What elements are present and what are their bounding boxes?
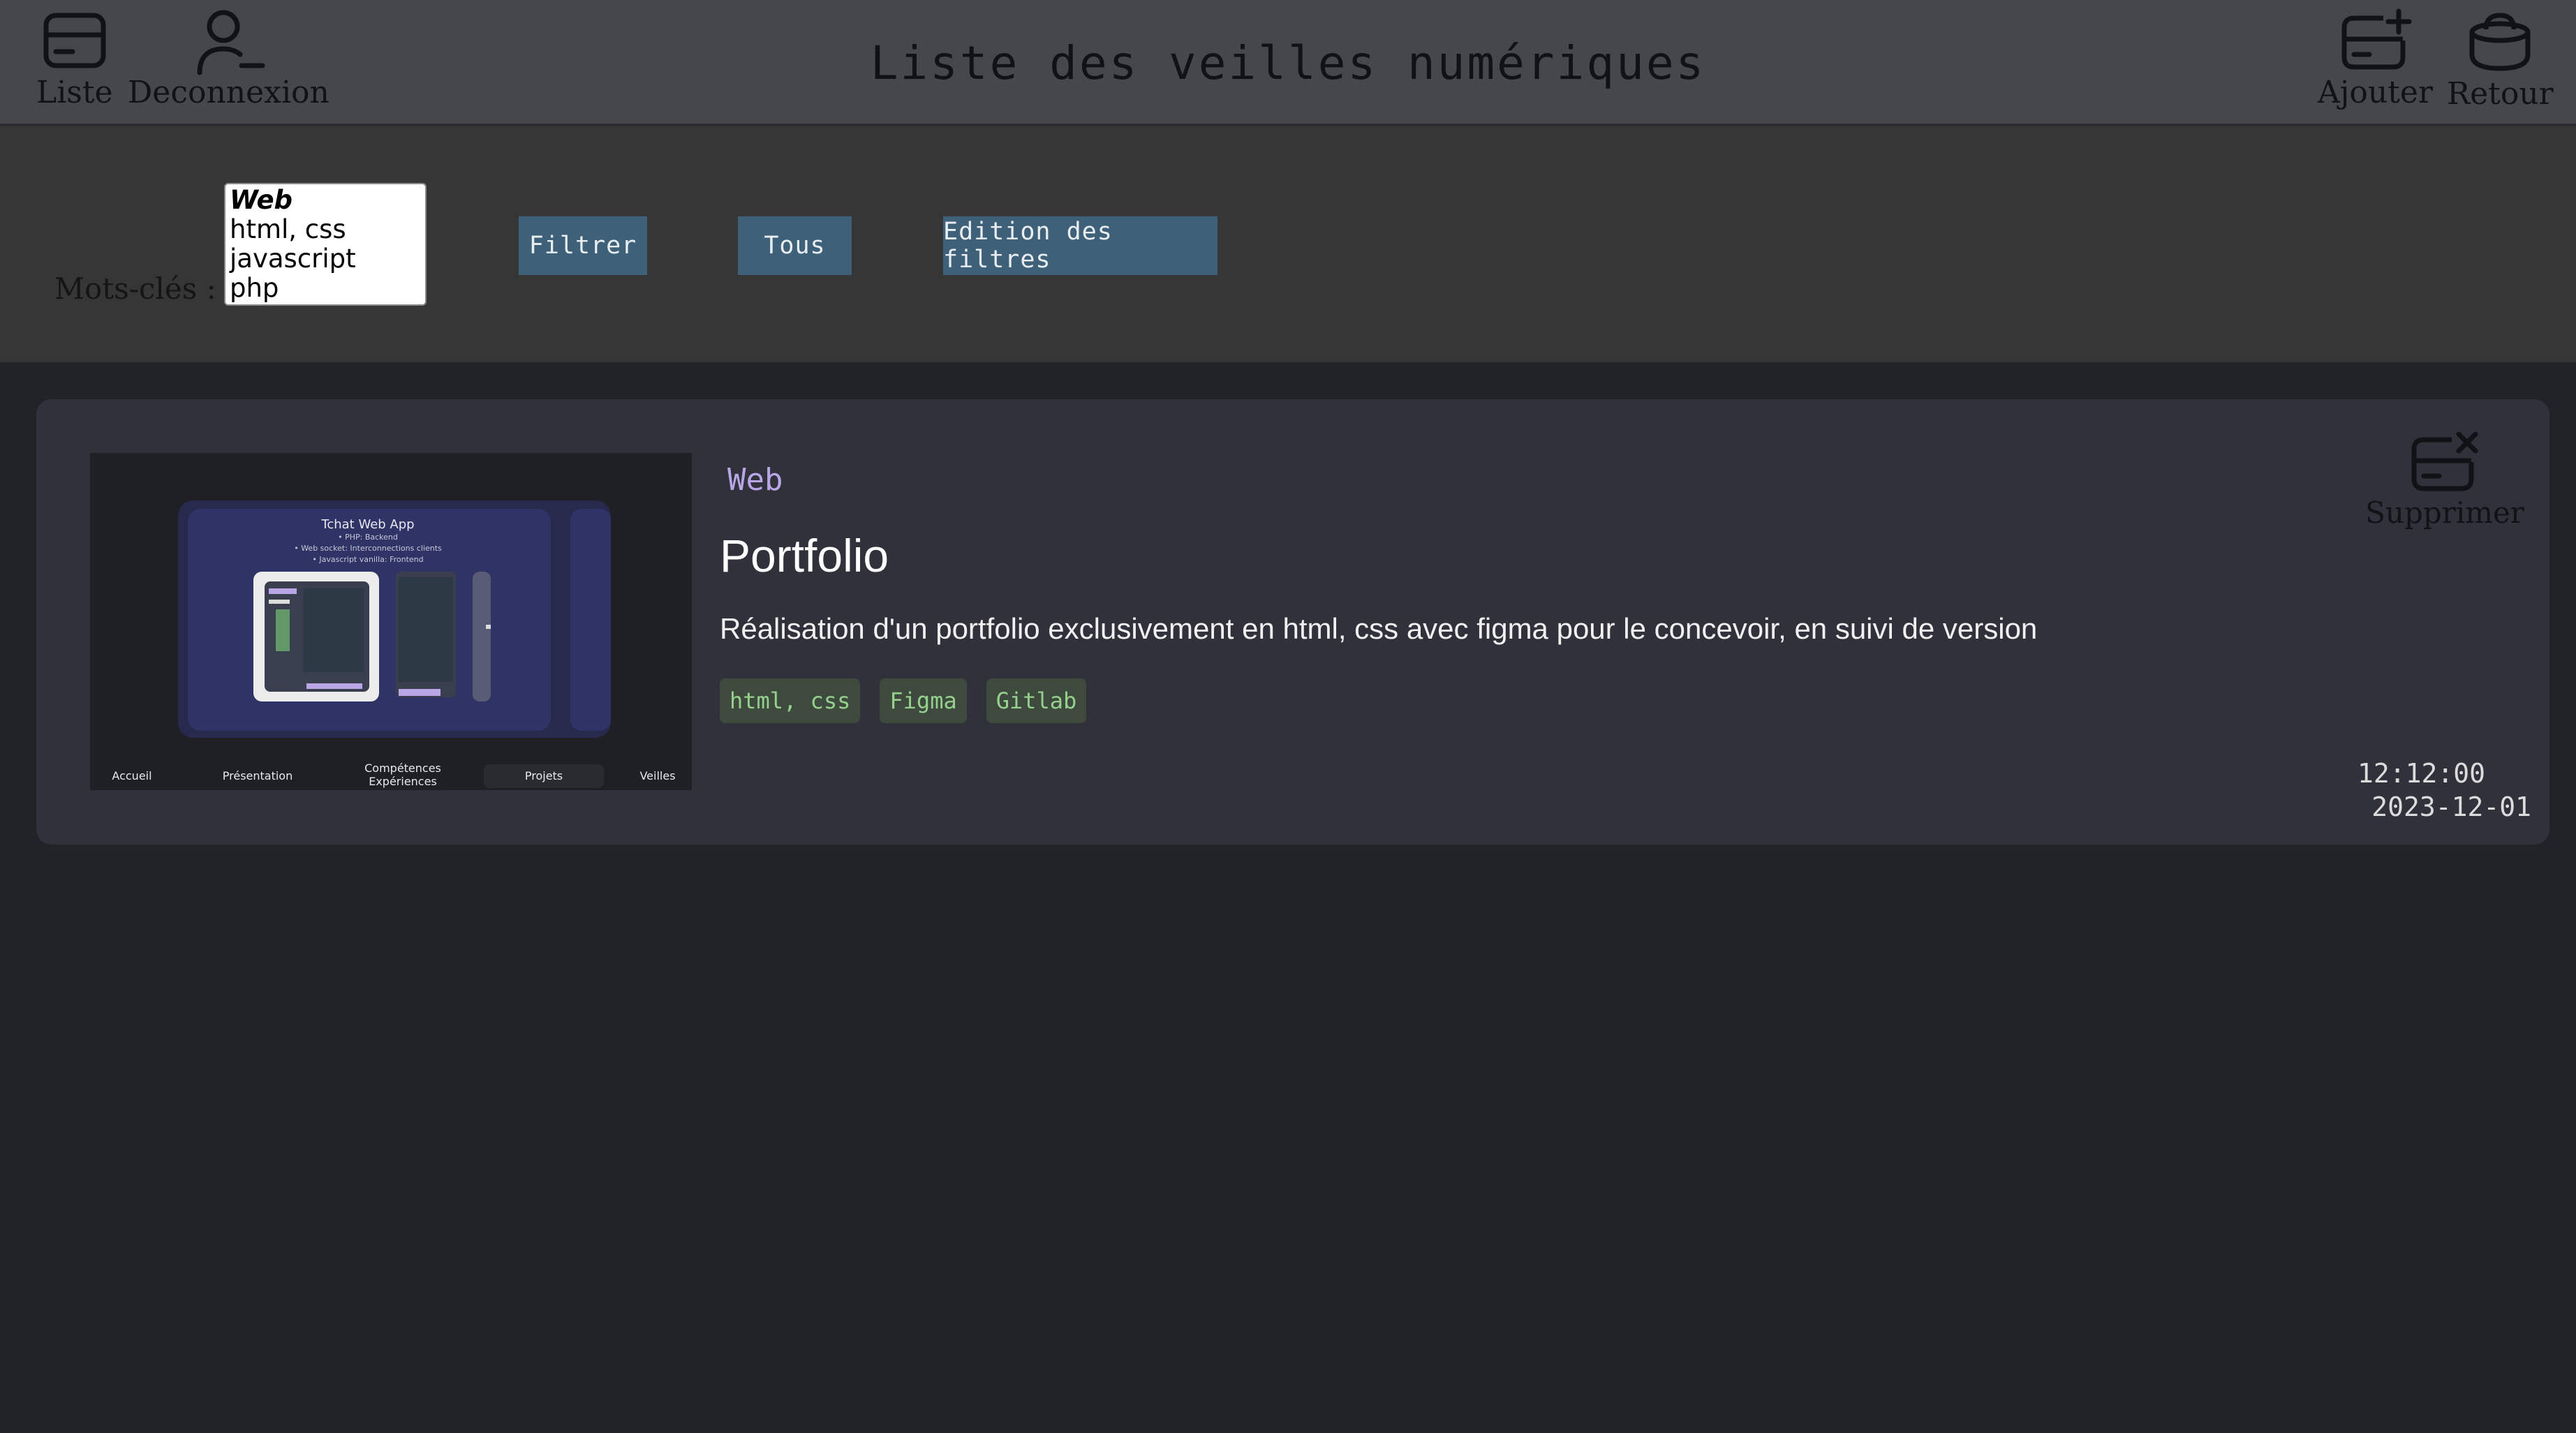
veille-card: Tchat Web App • PHP: Backend • Web socke… <box>36 399 2549 845</box>
tag-list: html, css Figma Gitlab <box>720 678 1087 723</box>
keywords-label: Mots-clés : <box>54 272 216 306</box>
filter-button[interactable]: Filtrer <box>519 216 647 275</box>
card-remove-icon <box>2411 431 2478 491</box>
delete-label: Supprimer <box>2365 496 2524 530</box>
thumb-nav-item: Projets <box>525 769 563 782</box>
tag: html, css <box>720 678 861 723</box>
thumb-bullet: • Web socket: Interconnections clients <box>294 544 442 553</box>
tag: Figma <box>880 678 967 723</box>
card-plus-icon <box>2341 8 2411 70</box>
keyword-option[interactable]: Web <box>230 186 421 215</box>
nav-retour-label: Retour <box>2447 76 2554 112</box>
portfolio-screenshot-icon: Tchat Web App • PHP: Backend • Web socke… <box>90 453 692 790</box>
card-date: 2023-12-01 <box>2371 792 2531 822</box>
thumb-nav-item: Veilles <box>639 769 675 782</box>
thumbnail-image: Tchat Web App • PHP: Backend • Web socke… <box>90 453 692 790</box>
nav-ajouter-button[interactable]: Ajouter <box>2318 8 2433 110</box>
all-button[interactable]: Tous <box>738 216 852 275</box>
nav-ajouter-label: Ajouter <box>2318 75 2433 110</box>
keyword-option[interactable]: javascript <box>230 244 421 274</box>
thumb-bullet: • PHP: Backend <box>338 533 398 542</box>
keywords-select[interactable]: Web html, css javascript php <box>224 183 427 306</box>
thumb-nav-item: Accueil <box>112 769 151 782</box>
keyword-option[interactable]: php <box>230 274 421 303</box>
thumb-nav-item: Présentation <box>223 769 293 782</box>
page-title: Liste des veilles numériques <box>870 36 1706 90</box>
card-category: Web <box>727 462 783 498</box>
basket-icon <box>2469 13 2531 71</box>
edit-filters-button[interactable]: Edition des filtres <box>943 216 1217 275</box>
keyword-option[interactable]: html, css <box>230 215 421 244</box>
thumb-nav-item: Compétences Expériences <box>364 762 441 788</box>
card-title: Portfolio <box>720 530 889 581</box>
card-time: 12:12:00 <box>2357 758 2485 789</box>
card-description: Réalisation d'un portfolio exclusivement… <box>720 612 2038 645</box>
nav-retour-button[interactable]: Retour <box>2447 8 2554 112</box>
top-bar: Liste Deconnexion Liste des veilles numé… <box>0 0 2576 126</box>
thumb-heading: Tchat Web App <box>320 517 414 532</box>
delete-button[interactable]: Supprimer <box>2365 431 2524 530</box>
thumb-bullet: • Javascript vanilla: Frontend <box>312 555 423 564</box>
tag: Gitlab <box>986 678 1087 723</box>
